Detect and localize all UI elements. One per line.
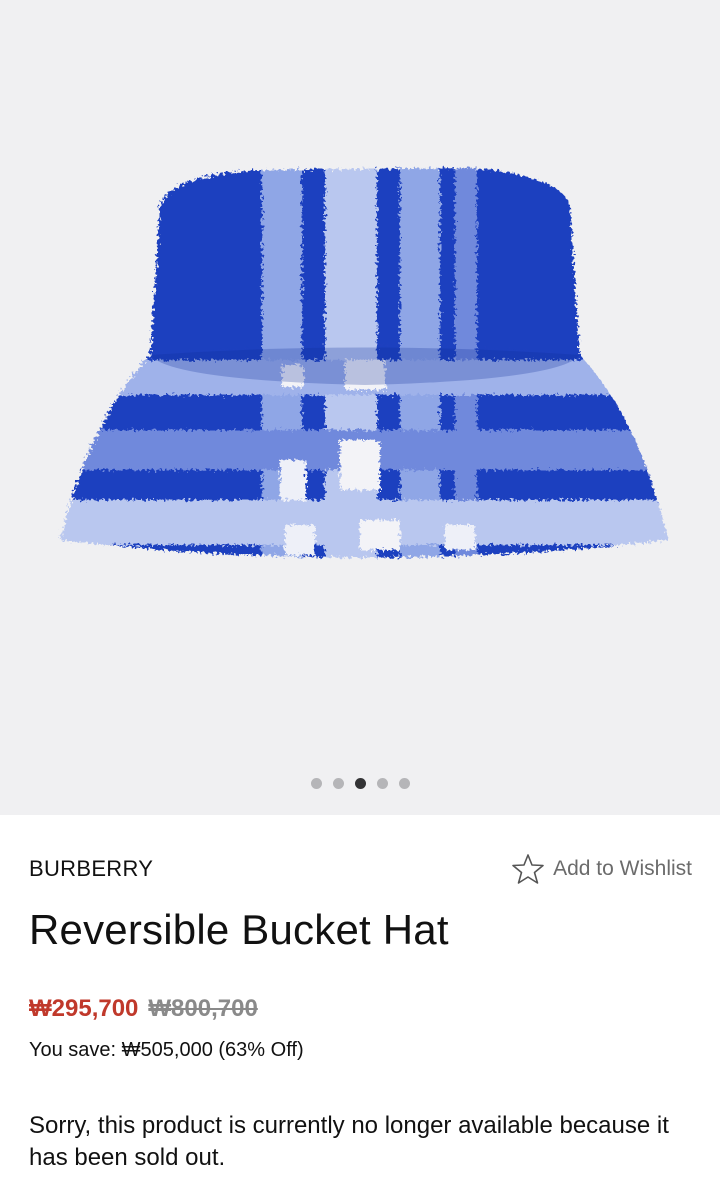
star-icon	[512, 854, 544, 884]
carousel-dot[interactable]	[398, 778, 410, 789]
price-block: ₩295,700 ₩800,700	[29, 995, 258, 1023]
product-image-gallery[interactable]	[0, 0, 720, 815]
carousel-indicator	[0, 778, 720, 790]
wishlist-label: Add to Wishlist	[553, 857, 692, 880]
carousel-dot[interactable]	[332, 778, 344, 789]
add-to-wishlist-button[interactable]: Add to Wishlist	[511, 852, 692, 886]
savings-text: You save: ₩505,000 (63% Off)	[29, 1039, 304, 1061]
carousel-dot[interactable]	[376, 778, 388, 789]
product-image[interactable]	[0, 0, 720, 760]
product-title: Reversible Bucket Hat	[29, 906, 449, 953]
original-price: ₩800,700	[148, 995, 258, 1022]
sold-out-message: Sorry, this product is currently no long…	[29, 1112, 669, 1171]
sale-price: ₩295,700	[29, 995, 139, 1022]
brand-name[interactable]: BURBERRY	[29, 856, 153, 882]
carousel-dot-active[interactable]	[354, 778, 366, 789]
carousel-dot[interactable]	[310, 778, 322, 789]
